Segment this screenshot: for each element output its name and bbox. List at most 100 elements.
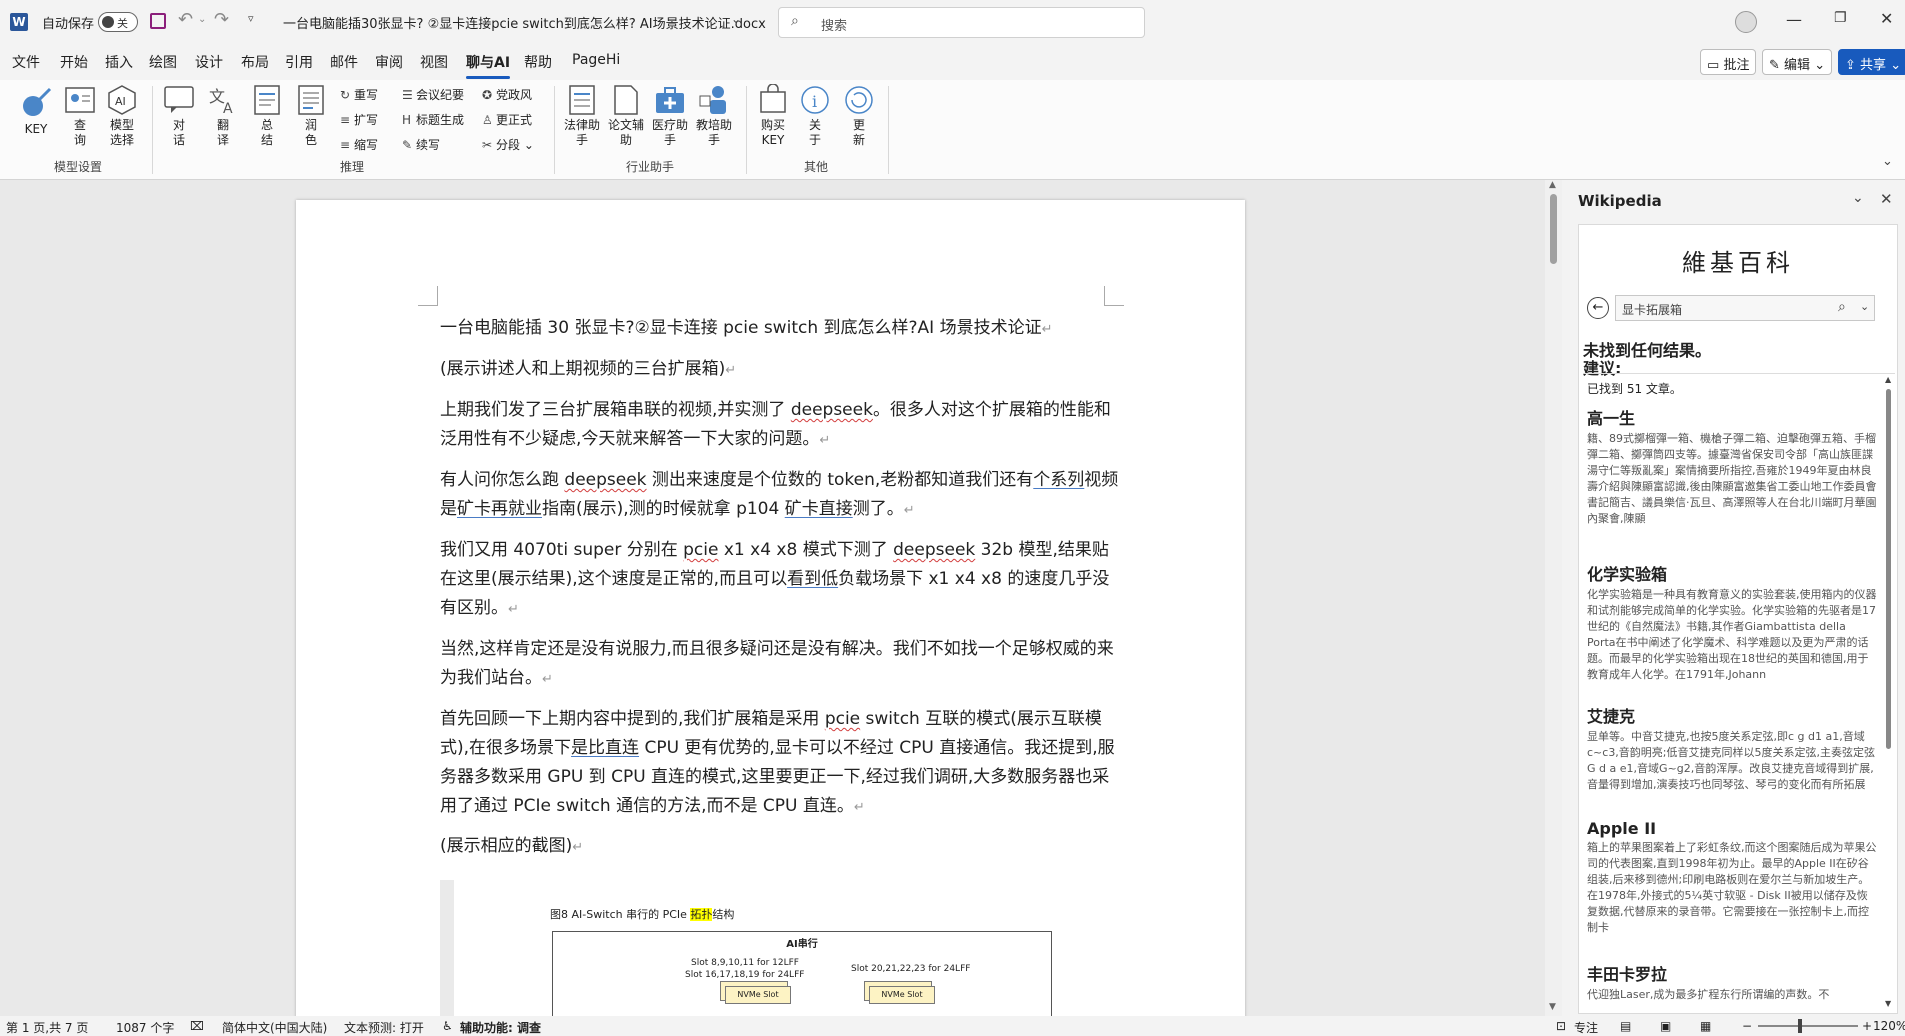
accessibility-icon[interactable]: ♿ xyxy=(442,1019,453,1033)
model-select-button[interactable]: AI 模型选择 xyxy=(104,84,140,148)
spellcheck-word[interactable]: pcie xyxy=(683,540,718,560)
wiki-result-title[interactable]: 化学实验箱 xyxy=(1587,561,1877,585)
tab-references[interactable]: 引用 xyxy=(285,52,313,72)
embedded-figure[interactable]: 图8 AI-Switch 串行的 PCIe 拓扑结构 AI串行 Slot 8,9… xyxy=(440,880,1120,1022)
grammar-word[interactable]: 是比直连 xyxy=(571,738,639,758)
wiki-result-title[interactable]: 高一生 xyxy=(1587,405,1877,429)
wiki-result-item[interactable]: 高一生 籍、89式擲榴彈一箱、機槍子彈二箱、迫擊砲彈五箱、手榴彈二箱、擲彈筒四支… xyxy=(1587,405,1877,543)
tab-design[interactable]: 设计 xyxy=(195,52,223,72)
zoom-out-icon[interactable]: − xyxy=(1742,1019,1752,1033)
continue-button[interactable]: ✎ 续写 xyxy=(402,136,440,153)
grammar-word[interactable]: 个系列 xyxy=(1033,470,1084,490)
wiki-search-icon[interactable]: ⌕ xyxy=(1838,299,1846,315)
wiki-result-title[interactable]: Apple II xyxy=(1587,819,1877,838)
scroll-up-arrow[interactable]: ▲ xyxy=(1549,180,1556,190)
user-avatar[interactable] xyxy=(1735,11,1757,33)
scroll-up-arrow[interactable]: ▲ xyxy=(1885,375,1891,384)
grammar-word[interactable]: 矿卡直接 xyxy=(785,499,853,519)
zoom-slider-thumb[interactable] xyxy=(1798,1019,1802,1033)
search-box[interactable]: ⌕ 搜索 xyxy=(778,7,1145,38)
key-button[interactable]: KEY xyxy=(18,84,54,137)
medical-assistant-button[interactable]: 医疗助手 xyxy=(650,84,690,148)
formal-button[interactable]: ♙ 更正式 xyxy=(482,111,532,128)
grammar-word[interactable]: 看到低 xyxy=(787,569,838,589)
teaching-assistant-button[interactable]: 教培助手 xyxy=(694,84,734,148)
buy-key-button[interactable]: 购买KEY xyxy=(754,84,792,148)
spellcheck-word[interactable]: deepseek xyxy=(791,400,873,420)
law-assistant-button[interactable]: 法律助手 xyxy=(562,84,602,148)
print-layout-icon[interactable]: ▣ xyxy=(1660,1019,1671,1033)
translate-button[interactable]: 文A 翻译 xyxy=(206,84,240,148)
accessibility-status[interactable]: 辅助功能: 调查 xyxy=(460,1019,541,1036)
web-layout-icon[interactable]: ▦ xyxy=(1700,1019,1711,1033)
wiki-result-item[interactable]: Apple II 箱上的苹果图案着上了彩虹条纹,而这个图案随后成为苹果公司的代表… xyxy=(1587,819,1877,936)
redo-icon[interactable]: ↷ xyxy=(214,9,229,30)
customize-qat-icon[interactable]: ▿ xyxy=(248,12,254,25)
tab-layout[interactable]: 布局 xyxy=(241,52,269,72)
tab-insert[interactable]: 插入 xyxy=(105,52,133,72)
wiki-result-item[interactable]: 化学实验箱 化学实验箱是一种具有教育意义的实验套装,使用箱内的仪器和试剂能够完成… xyxy=(1587,561,1877,683)
minutes-button[interactable]: ☰ 会议纪要 xyxy=(402,86,464,103)
wiki-results-scrollbar[interactable]: ▲ ▼ xyxy=(1883,375,1895,1011)
polish-button[interactable]: 润色 xyxy=(294,84,328,148)
document-scrollbar[interactable]: ▲ ▼ xyxy=(1545,180,1562,1016)
comments-button[interactable]: ▭ 批注 xyxy=(1700,49,1757,75)
close-window-icon[interactable]: ✕ xyxy=(1880,9,1893,28)
tab-help[interactable]: 帮助 xyxy=(524,52,552,72)
dialog-button[interactable]: 对话 xyxy=(162,84,196,148)
wiki-result-title[interactable]: 丰田卡罗拉 xyxy=(1587,961,1877,985)
rewrite-button[interactable]: ↻ 重写 xyxy=(340,86,378,103)
wiki-search-dropdown-icon[interactable]: ⌄ xyxy=(1860,300,1869,313)
title-dropdown-icon[interactable]: ⌄ xyxy=(731,12,741,26)
undo-icon[interactable]: ↶ xyxy=(178,9,193,30)
editing-button[interactable]: ✎ 编辑 ⌄ xyxy=(1762,49,1833,75)
focus-icon[interactable]: ⊡ xyxy=(1556,1019,1566,1033)
split-button[interactable]: ✂ 分段 ⌄ xyxy=(482,136,534,153)
title-gen-button[interactable]: H 标题生成 xyxy=(402,111,464,128)
grammar-word[interactable]: 矿卡再就业 xyxy=(457,499,542,519)
tab-file[interactable]: 文件 xyxy=(12,52,40,72)
wiki-search-input[interactable]: 显卡拓展箱 ⌕ ⌄ xyxy=(1615,295,1875,321)
scroll-down-arrow[interactable]: ▼ xyxy=(1549,1002,1556,1012)
word-count[interactable]: 1087 个字 xyxy=(116,1019,174,1036)
proofing-icon[interactable]: ⌧ xyxy=(190,1019,204,1033)
focus-mode[interactable]: 专注 xyxy=(1574,1019,1598,1036)
undo-dropdown-icon[interactable]: ⌄ xyxy=(198,14,206,25)
document-page[interactable]: 一台电脑能插 30 张显卡?②显卡连接 pcie switch 到底怎么样?AI… xyxy=(296,200,1245,1022)
zoom-in-icon[interactable]: + xyxy=(1862,1019,1872,1033)
text-prediction-status[interactable]: 文本预测: 打开 xyxy=(344,1019,424,1036)
wiki-result-item[interactable]: 丰田卡罗拉 代迎独Laser,成为最多扩程东行所谓编的声数。不 xyxy=(1587,961,1877,1003)
tab-pagehi[interactable]: PageHi xyxy=(572,52,620,68)
ribbon-collapse-icon[interactable]: ⌄ xyxy=(1882,154,1893,169)
summary-button[interactable]: 总结 xyxy=(250,84,284,148)
share-button[interactable]: ⇪ 共享 ⌄ xyxy=(1838,49,1905,75)
read-mode-icon[interactable]: ▤ xyxy=(1620,1019,1631,1033)
scroll-thumb[interactable] xyxy=(1550,194,1557,264)
about-button[interactable]: i 关于 xyxy=(798,84,832,148)
page-count[interactable]: 第 1 页,共 7 页 xyxy=(6,1019,88,1036)
zoom-slider[interactable] xyxy=(1758,1019,1858,1033)
tab-draw[interactable]: 绘图 xyxy=(149,52,177,72)
party-style-button[interactable]: ✪ 党政风 xyxy=(482,86,532,103)
scroll-down-arrow[interactable]: ▼ xyxy=(1885,999,1891,1008)
expand-button[interactable]: ≡ 扩写 xyxy=(340,111,378,128)
tab-chat-ai[interactable]: 聊与AI xyxy=(466,52,511,79)
tab-view[interactable]: 视图 xyxy=(420,52,448,72)
update-button[interactable]: 更新 xyxy=(842,84,876,148)
wiki-result-title[interactable]: 艾捷克 xyxy=(1587,703,1877,727)
paper-assistant-button[interactable]: 论文辅助 xyxy=(606,84,646,148)
autosave-toggle[interactable]: 关 xyxy=(98,12,138,32)
document-title[interactable]: 一台电脑能插30张显卡? ②显卡连接pcie switch到底怎么样? AI场景… xyxy=(283,13,766,32)
pane-close-icon[interactable]: ✕ xyxy=(1880,190,1893,208)
tab-mailings[interactable]: 邮件 xyxy=(330,52,358,72)
spellcheck-word[interactable]: deepseek xyxy=(893,540,975,560)
tab-home[interactable]: 开始 xyxy=(60,52,88,72)
spellcheck-word[interactable]: deepseek xyxy=(564,470,646,490)
save-icon[interactable] xyxy=(150,13,166,29)
wiki-back-icon[interactable]: ← xyxy=(1587,297,1609,319)
pane-options-icon[interactable]: ⌄ xyxy=(1852,190,1864,206)
minimize-icon[interactable]: — xyxy=(1786,10,1802,29)
query-button[interactable]: 查询 xyxy=(62,84,98,148)
tab-review[interactable]: 审阅 xyxy=(375,52,403,72)
wiki-result-item[interactable]: 艾捷克 显单等。中音艾捷克,也按5度关系定弦,即c g d1 a1,音域c~c3… xyxy=(1587,703,1877,809)
